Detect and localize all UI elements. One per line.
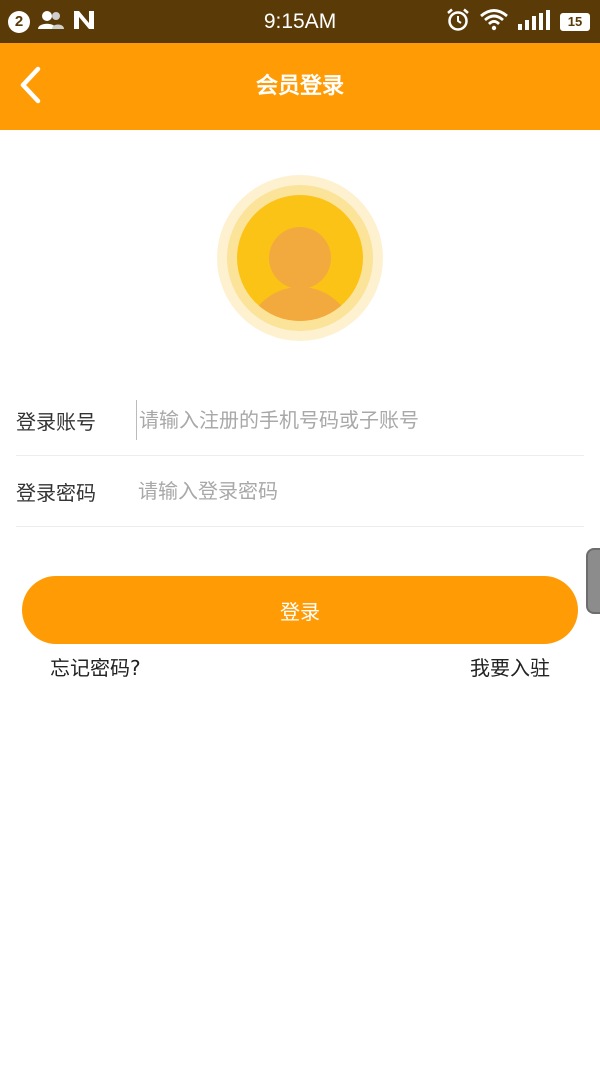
forgot-password-link[interactable]: 忘记密码? (50, 652, 141, 681)
login-button[interactable]: 登录 (22, 576, 578, 644)
battery-icon: 15 (560, 12, 590, 31)
avatar-body (245, 287, 355, 321)
password-label: 登录密码 (16, 480, 96, 505)
side-drawer-handle[interactable] (586, 548, 600, 614)
page-title: 会员登录 (255, 74, 344, 99)
account-label: 登录账号 (16, 409, 96, 434)
user-avatar-icon (237, 195, 363, 321)
account-input[interactable] (136, 400, 584, 440)
join-link[interactable]: 我要入驻 (470, 652, 550, 681)
signal-icon (518, 9, 550, 34)
password-input[interactable] (136, 471, 584, 511)
nav-bar: 会员登录 (0, 43, 600, 130)
status-bar: 2 9:15AM 15 (0, 0, 600, 43)
avatar-head (269, 227, 331, 289)
status-right: 15 (446, 8, 590, 35)
account-row: 登录账号 (16, 385, 584, 456)
alarm-icon (446, 8, 470, 36)
avatar (217, 175, 383, 341)
password-row: 登录密码 (16, 456, 584, 527)
wifi-icon (480, 8, 508, 35)
